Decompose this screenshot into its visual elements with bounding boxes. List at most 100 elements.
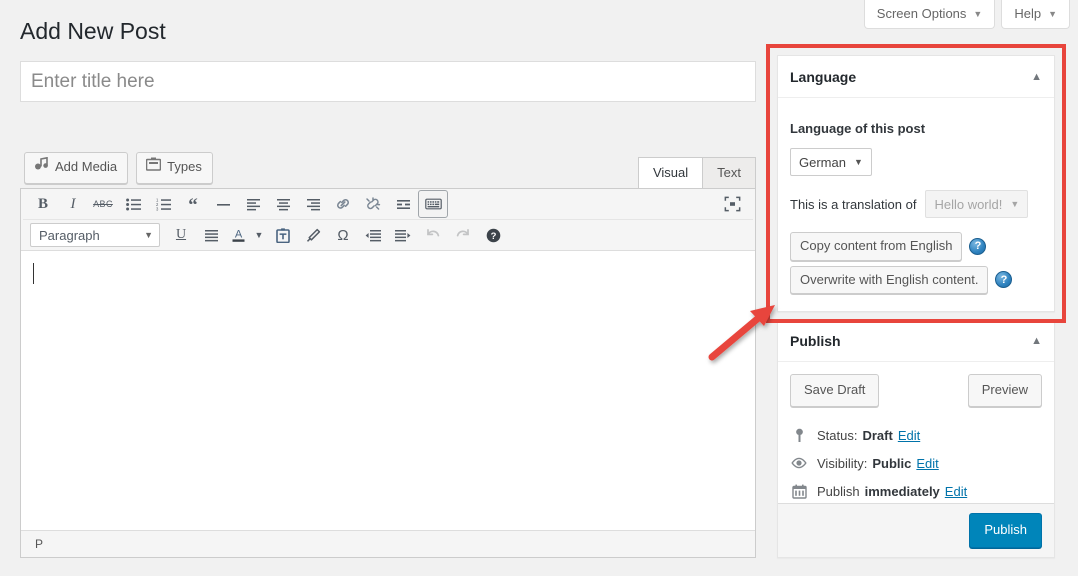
media-buttons-row: Add Media Types	[24, 152, 213, 184]
edit-visibility-link[interactable]: Edit	[916, 456, 938, 471]
paragraph-format-value: Paragraph	[39, 227, 100, 243]
chevron-down-icon: ▼	[973, 9, 983, 19]
keyboard-shortcuts-icon[interactable]	[418, 190, 448, 218]
editor-status-bar: P	[21, 530, 755, 557]
status-row: Status: Draft Edit	[790, 428, 1042, 443]
media-icon	[34, 156, 49, 178]
edit-status-link[interactable]: Edit	[898, 428, 920, 443]
language-field-label: Language of this post	[790, 121, 926, 136]
align-right-icon[interactable]	[298, 190, 328, 218]
editor-toolbar: B I ABC 123 “ Paragraph ▼ U A ▼ Ω ?	[21, 189, 755, 251]
post-editor: B I ABC 123 “ Paragraph ▼ U A ▼ Ω ? P	[20, 188, 756, 558]
add-media-button[interactable]: Add Media	[24, 152, 129, 184]
types-button[interactable]: Types	[136, 152, 213, 184]
post-title-wrapper	[20, 61, 756, 102]
align-left-icon[interactable]	[238, 190, 268, 218]
justify-icon[interactable]	[196, 221, 226, 249]
chevron-up-icon[interactable]: ▲	[1031, 71, 1042, 83]
help-icon[interactable]: ?	[969, 237, 987, 255]
strikethrough-icon[interactable]: ABC	[88, 190, 118, 218]
visibility-row: Visibility: Public Edit	[790, 456, 1042, 471]
paragraph-format-select[interactable]: Paragraph ▼	[30, 223, 160, 247]
underline-icon[interactable]: U	[166, 221, 196, 249]
distraction-free-icon[interactable]	[717, 190, 747, 218]
copy-content-row: Copy content from English ?	[790, 232, 1042, 261]
svg-text:?: ?	[490, 231, 496, 242]
add-media-label: Add Media	[55, 159, 118, 174]
edit-publish-time-link[interactable]: Edit	[945, 484, 967, 499]
screen-meta-bar: Screen Options ▼ Help ▼	[863, 0, 1070, 29]
help-icon[interactable]: ?	[995, 271, 1013, 289]
publish-actions-row: Save Draft Preview	[778, 362, 1054, 411]
svg-text:3: 3	[156, 206, 159, 211]
toolbar-row-1: B I ABC 123 “	[23, 189, 753, 220]
paste-as-text-icon[interactable]	[268, 221, 298, 249]
chevron-down-icon: ▼	[853, 157, 863, 167]
text-cursor	[33, 263, 34, 284]
post-title-input[interactable]	[20, 61, 756, 102]
publish-panel: Publish ▲ Save Draft Preview Status: Dra…	[777, 319, 1055, 558]
language-panel: Language ▲ Language of this post German …	[777, 55, 1055, 312]
clear-formatting-icon[interactable]	[298, 221, 328, 249]
horizontal-rule-icon[interactable]	[208, 190, 238, 218]
read-more-icon[interactable]	[388, 190, 418, 218]
outdent-icon[interactable]	[358, 221, 388, 249]
unlink-icon[interactable]	[358, 190, 388, 218]
numbered-list-icon[interactable]: 123	[148, 190, 178, 218]
bold-icon[interactable]: B	[28, 190, 58, 218]
language-panel-header[interactable]: Language ▲	[778, 56, 1054, 98]
editor-content-area[interactable]	[21, 251, 755, 532]
overwrite-content-row: Overwrite with English content. ?	[790, 265, 1042, 294]
preview-button[interactable]: Preview	[967, 374, 1042, 407]
status-label: Status:	[817, 427, 858, 443]
chevron-down-icon: ▼	[144, 230, 153, 240]
language-select-value: German	[799, 154, 846, 170]
publish-time-value: immediately	[864, 483, 940, 499]
text-color-caret-icon[interactable]: ▼	[250, 221, 268, 249]
tab-visual[interactable]: Visual	[637, 157, 704, 191]
help-button[interactable]: Help ▼	[1001, 0, 1070, 29]
text-color-icon[interactable]: A	[226, 221, 250, 249]
help-label: Help	[1014, 6, 1042, 21]
status-value: Draft	[862, 427, 893, 443]
bulleted-list-icon[interactable]	[118, 190, 148, 218]
editor-mode-tabs: Visual Text	[637, 157, 756, 191]
chevron-down-icon: ▼	[1048, 9, 1057, 19]
save-draft-button[interactable]: Save Draft	[790, 374, 880, 407]
translation-source-select[interactable]: Hello world! ▼	[925, 190, 1029, 218]
language-panel-body: Language of this post German ▼ This is a…	[778, 98, 1054, 306]
publish-time-label: Publish	[817, 483, 860, 499]
language-panel-title: Language	[790, 68, 857, 85]
screen-options-label: Screen Options	[876, 6, 967, 21]
folder-icon	[145, 157, 162, 178]
publish-time-row: Publish immediately Edit	[790, 484, 1042, 499]
redo-icon[interactable]	[448, 221, 478, 249]
visibility-label: Visibility:	[817, 455, 868, 471]
page-title: Add New Post	[20, 18, 166, 44]
blockquote-icon[interactable]: “	[178, 188, 208, 220]
chevron-down-icon: ▼	[1010, 199, 1020, 209]
pin-icon	[790, 428, 808, 443]
element-path: P	[35, 537, 44, 551]
chevron-up-icon[interactable]: ▲	[1031, 335, 1042, 347]
translation-of-row: This is a translation of Hello world! ▼	[790, 190, 1042, 218]
special-character-icon[interactable]: Ω	[328, 221, 358, 249]
editor-help-icon[interactable]: ?	[478, 221, 508, 249]
tab-text[interactable]: Text	[702, 157, 756, 191]
types-label: Types	[167, 159, 202, 174]
publish-footer: Publish	[778, 503, 1054, 557]
overwrite-with-english-content-button[interactable]: Overwrite with English content.	[790, 265, 989, 294]
screen-options-button[interactable]: Screen Options ▼	[863, 0, 996, 29]
visibility-value: Public	[872, 455, 912, 471]
translation-of-label: This is a translation of	[790, 196, 917, 212]
undo-icon[interactable]	[418, 221, 448, 249]
publish-button[interactable]: Publish	[969, 513, 1042, 548]
insert-link-icon[interactable]	[328, 190, 358, 218]
publish-panel-header[interactable]: Publish ▲	[778, 320, 1054, 362]
indent-icon[interactable]	[388, 221, 418, 249]
italic-icon[interactable]: I	[58, 190, 88, 218]
eye-icon	[790, 457, 808, 469]
align-center-icon[interactable]	[268, 190, 298, 218]
copy-content-from-english-button[interactable]: Copy content from English	[790, 232, 963, 261]
language-select[interactable]: German ▼	[790, 148, 872, 176]
